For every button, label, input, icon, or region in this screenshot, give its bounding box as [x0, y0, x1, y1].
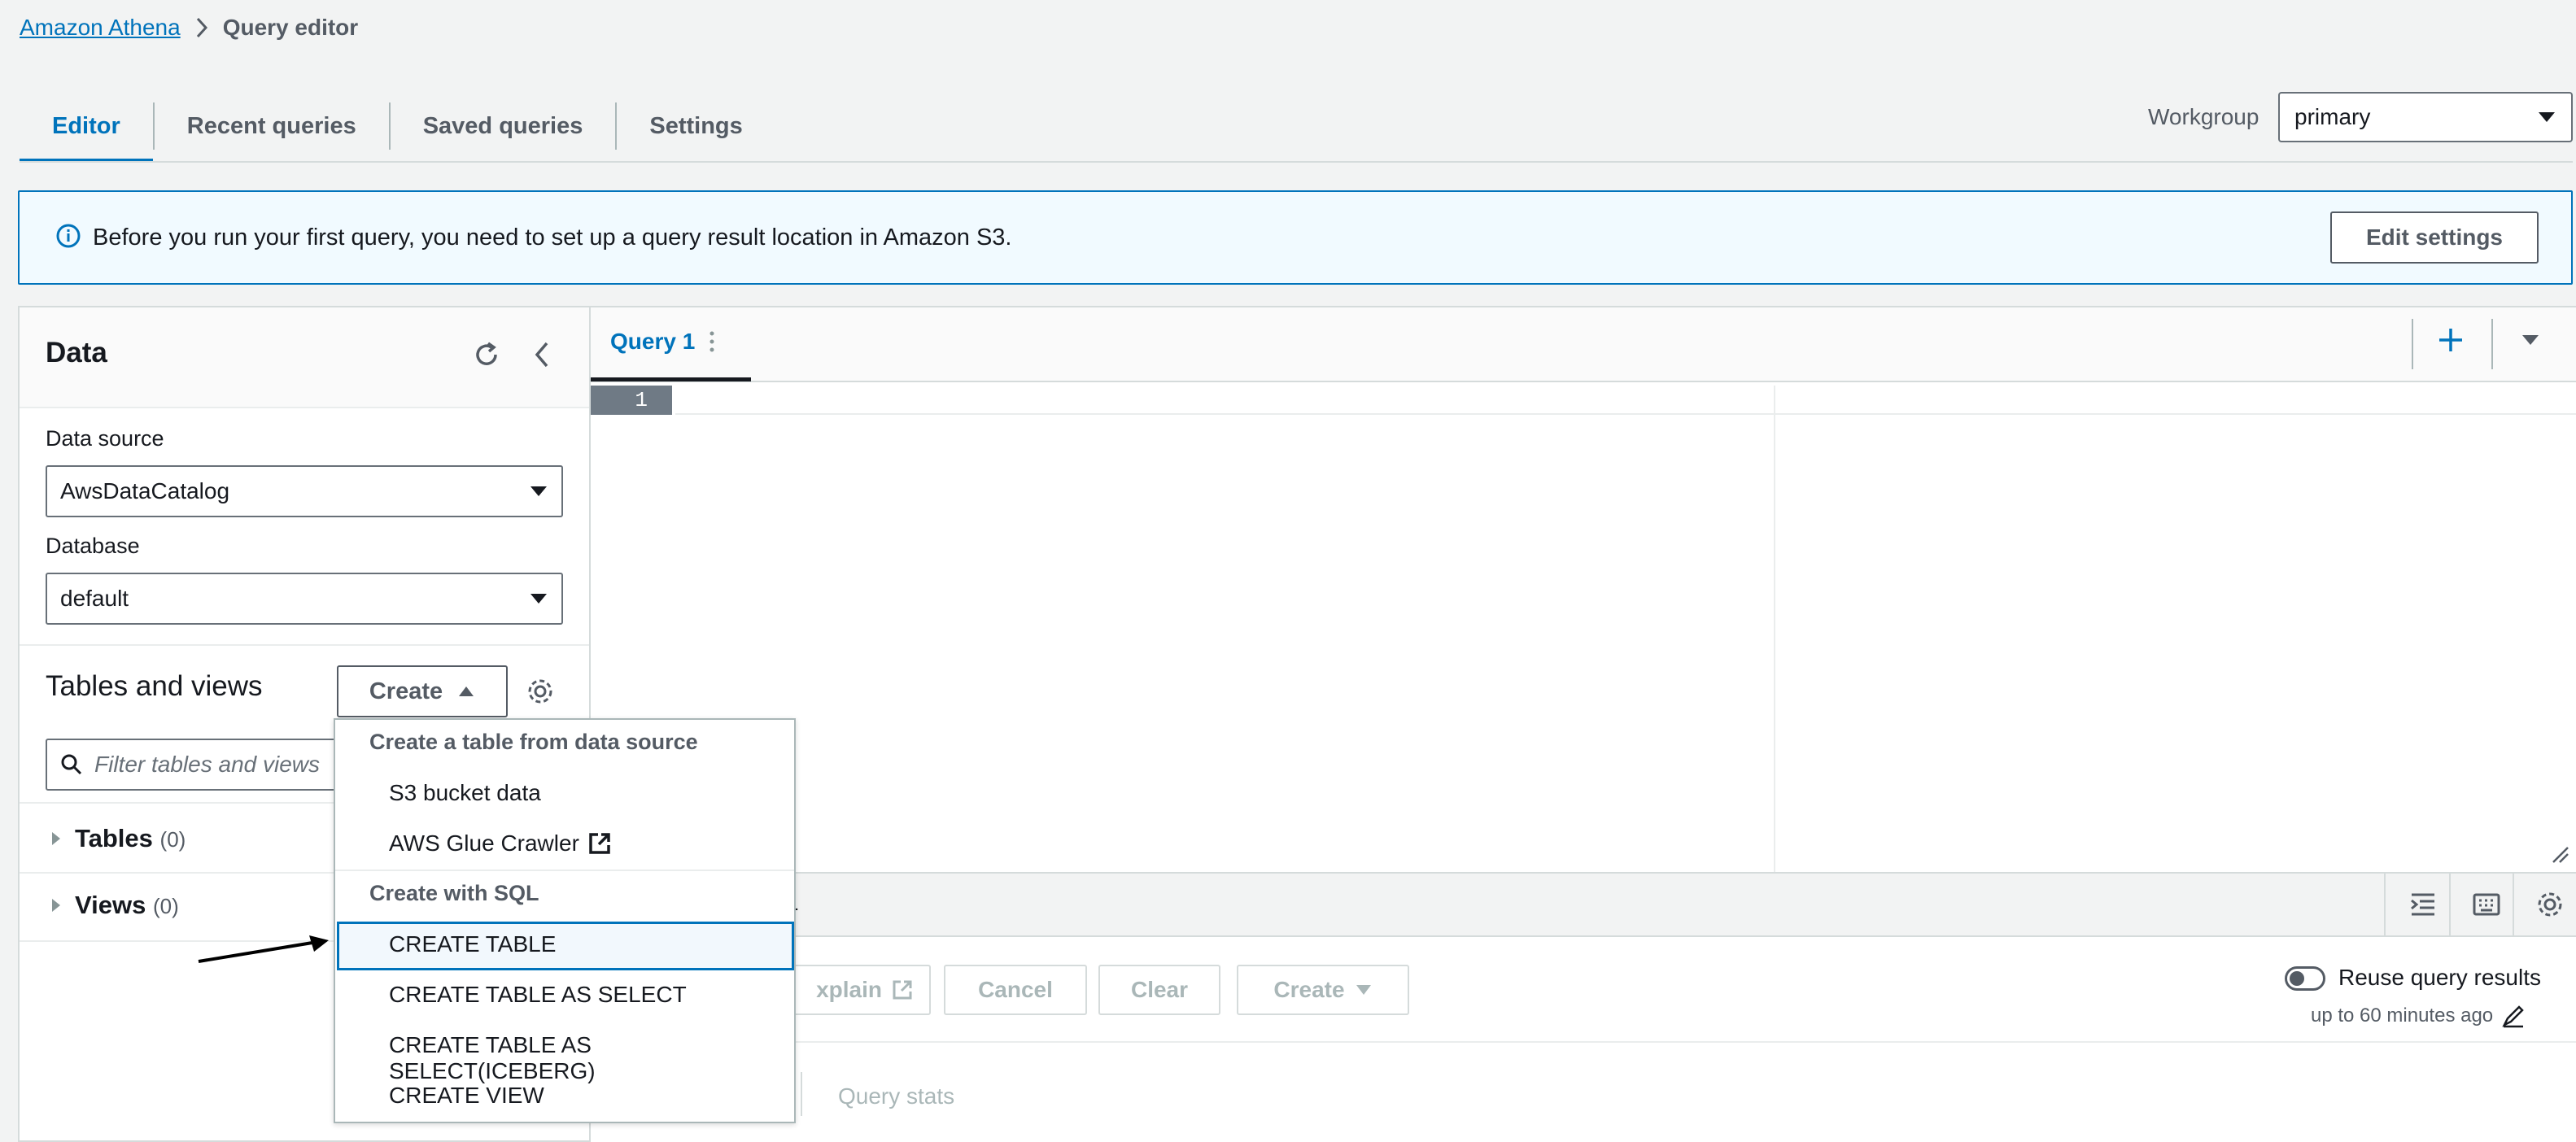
divider [2513, 874, 2514, 937]
filter-tables-input[interactable]: Filter tables and views [46, 739, 355, 791]
menu-item-s3-bucket-data[interactable]: S3 bucket data [389, 780, 541, 806]
tab-settings[interactable]: Settings [617, 89, 775, 163]
caret-down-icon [529, 485, 548, 498]
result-tabs: Query stats [591, 1043, 2576, 1142]
line-number: 1 [591, 386, 672, 415]
keyboard-icon[interactable] [2472, 890, 2501, 919]
data-panel-title: Data [46, 337, 107, 368]
data-source-label: Data source [46, 426, 164, 451]
caret-right-icon [50, 897, 62, 913]
refresh-icon[interactable] [472, 340, 501, 369]
database-select[interactable]: default [46, 573, 563, 625]
create-label: Create [1273, 977, 1345, 1002]
info-icon [55, 223, 81, 249]
data-source-value: AwsDataCatalog [60, 478, 230, 503]
divider [2491, 319, 2493, 369]
divider [2449, 874, 2451, 937]
caret-right-icon [50, 830, 62, 847]
reuse-results-label: Reuse query results [2338, 965, 2542, 990]
caret-up-icon [457, 685, 475, 698]
caret-down-icon [1355, 983, 1373, 996]
breadcrumb: Amazon Athena Query editor [20, 11, 358, 44]
query-actions-row: xplain Cancel Clear Create Reuse query r… [591, 937, 2576, 1043]
tables-count: (0) [159, 827, 186, 852]
tab-editor[interactable]: Editor [20, 89, 153, 163]
menu-item-ctas-iceberg[interactable]: CREATE TABLE AS SELECT(ICEBERG) [389, 1032, 794, 1084]
data-panel-header: Data [20, 307, 589, 408]
menu-separator [335, 870, 794, 871]
caret-down-icon[interactable] [2521, 333, 2540, 347]
create-button-label: Create [369, 678, 443, 704]
menu-item-glue-crawler[interactable]: AWS Glue Crawler [389, 830, 612, 856]
banner-message: Before you run your first query, you nee… [93, 224, 1012, 251]
annotation-arrow-icon [195, 934, 334, 966]
editor-status-bar: l 1 [591, 872, 2576, 937]
edit-pencil-icon[interactable] [2501, 1004, 2526, 1028]
caret-down-icon [2537, 111, 2556, 124]
create-dropdown-button[interactable]: Create [337, 665, 508, 717]
clear-button[interactable]: Clear [1098, 965, 1220, 1015]
tables-views-title: Tables and views [46, 670, 263, 702]
workgroup-label: Workgroup [2148, 104, 2259, 129]
workgroup-select[interactable]: primary [2278, 92, 2573, 142]
divider [801, 1072, 802, 1116]
main-tabs: Editor Recent queries Saved queries Sett… [20, 89, 775, 163]
workgroup-value: primary [2294, 104, 2371, 129]
search-icon [60, 753, 83, 776]
info-banner: Before you run your first query, you nee… [18, 190, 2573, 285]
database-label: Database [46, 534, 140, 558]
divider [2384, 874, 2386, 937]
toggle-knob [2290, 971, 2304, 986]
tabs-divider-line [20, 161, 2573, 163]
create-dropdown-menu: Create a table from data source S3 bucke… [334, 718, 796, 1123]
collapse-panel-icon[interactable] [530, 340, 553, 369]
gear-icon[interactable] [2535, 890, 2565, 919]
explain-label: xplain [816, 977, 882, 1002]
query-tab-underline [591, 377, 751, 381]
external-link-icon [587, 831, 612, 856]
menu-group-sql: Create with SQL [369, 881, 539, 905]
tab-query-stats[interactable]: Query stats [838, 1083, 954, 1109]
query-tab-bar: Query 1 [591, 307, 2576, 382]
query-editor: Query 1 1 l 1 [591, 306, 2576, 1142]
data-source-select[interactable]: AwsDataCatalog [46, 465, 563, 517]
reuse-results-toggle[interactable] [2285, 966, 2325, 991]
menu-item-create-table[interactable]: CREATE TABLE [389, 931, 556, 957]
query-tab[interactable]: Query 1 [610, 329, 714, 355]
filter-placeholder: Filter tables and views [94, 752, 321, 777]
menu-group-data-source: Create a table from data source [369, 730, 698, 754]
tab-recent-queries[interactable]: Recent queries [155, 89, 389, 163]
menu-item-create-view[interactable]: CREATE VIEW [389, 1083, 544, 1109]
query-tab-label: Query 1 [610, 329, 696, 354]
format-indent-icon[interactable] [2408, 890, 2438, 919]
edit-settings-button[interactable]: Edit settings [2330, 211, 2539, 264]
tree-item-views[interactable]: Views (0) [50, 885, 179, 926]
plus-icon[interactable] [2436, 325, 2465, 355]
code-editor-input[interactable] [675, 386, 2576, 415]
cancel-button[interactable]: Cancel [944, 965, 1087, 1015]
breadcrumb-link-athena[interactable]: Amazon Athena [20, 15, 181, 41]
tree-item-tables[interactable]: Tables (0) [50, 818, 186, 859]
reuse-age: up to 60 minutes ago [2311, 1005, 2494, 1026]
create-button[interactable]: Create [1237, 965, 1409, 1015]
resize-handle-icon[interactable] [2550, 844, 2569, 864]
divider [2412, 319, 2413, 369]
tab-saved-queries[interactable]: Saved queries [391, 89, 616, 163]
reuse-results-subtext: up to 60 minutes ago [2311, 1004, 2526, 1028]
more-vertical-icon[interactable] [709, 331, 714, 352]
glue-crawler-label: AWS Glue Crawler [389, 830, 579, 856]
caret-down-icon [529, 592, 548, 605]
print-margin [1774, 386, 1775, 948]
chevron-right-icon [195, 16, 208, 39]
views-count: (0) [152, 894, 179, 918]
section-divider [20, 644, 589, 646]
menu-item-create-table-as-select[interactable]: CREATE TABLE AS SELECT [389, 982, 687, 1008]
external-link-icon [892, 979, 913, 1000]
breadcrumb-current: Query editor [222, 15, 359, 40]
tables-label: Tables [75, 824, 153, 852]
database-value: default [60, 586, 129, 611]
gear-icon[interactable] [526, 677, 555, 706]
views-label: Views [75, 891, 146, 919]
